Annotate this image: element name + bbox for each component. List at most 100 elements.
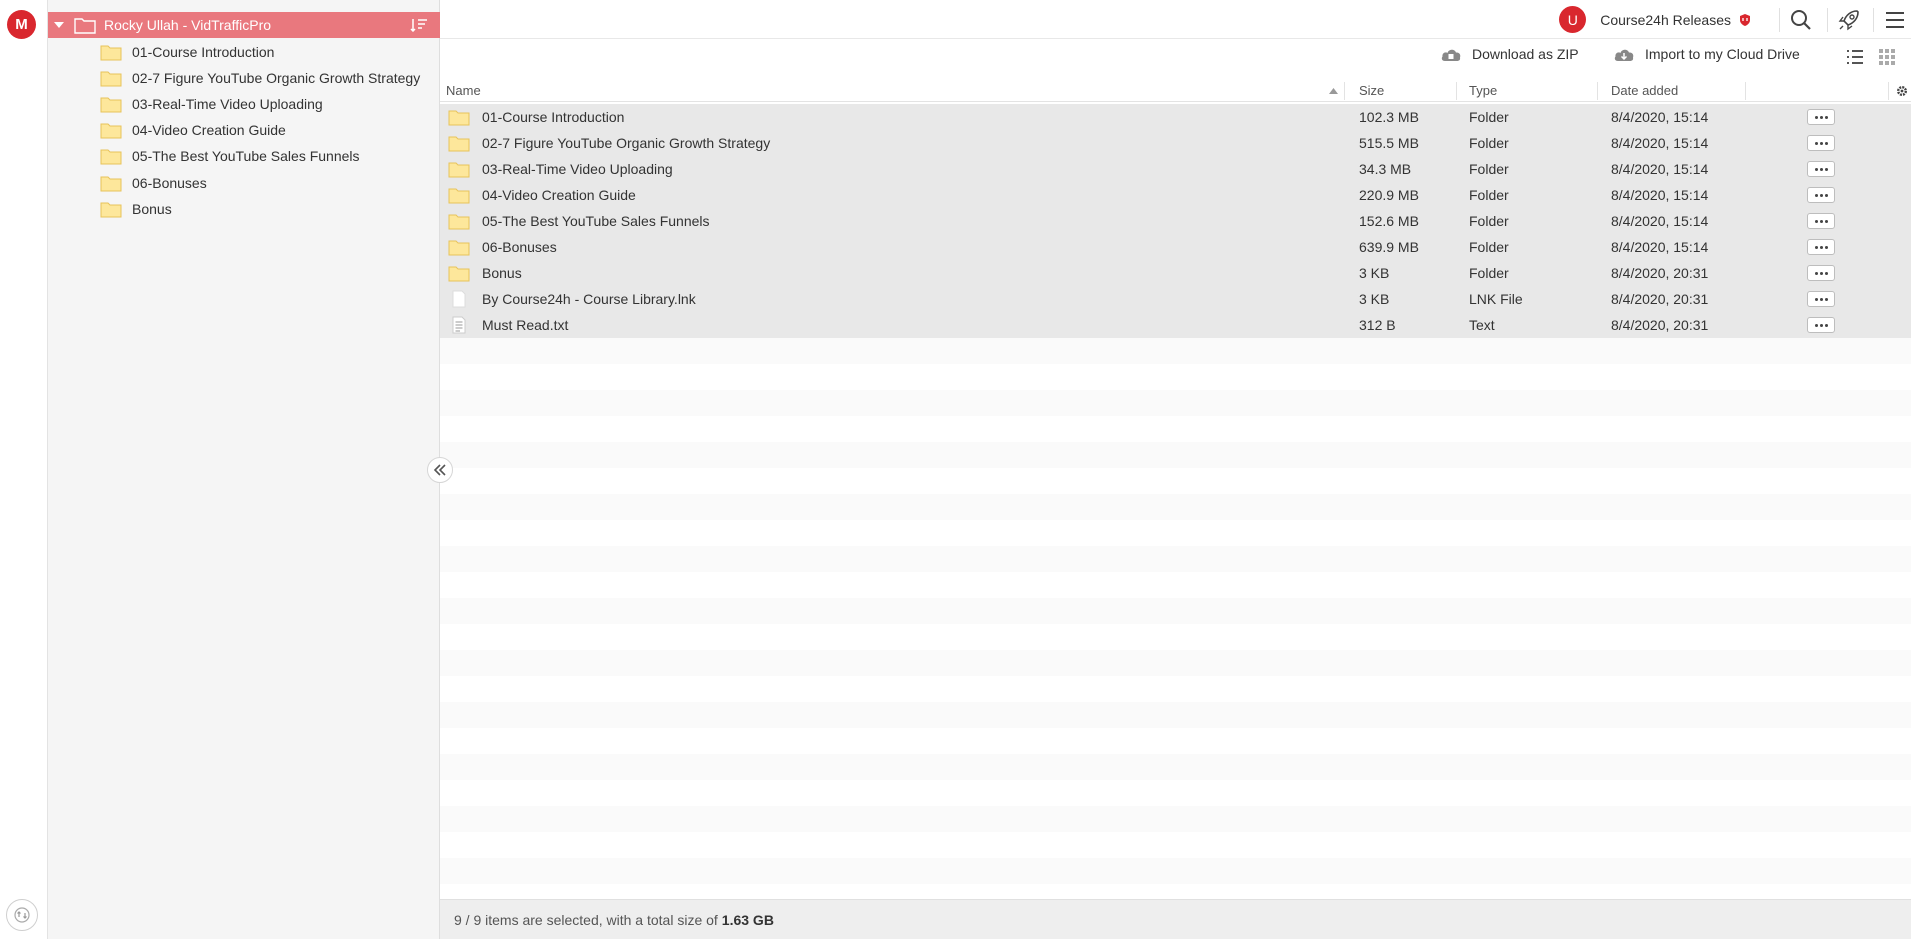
rocket-icon[interactable] xyxy=(1837,8,1861,32)
top-bar: U Course24h Releases xyxy=(440,0,1911,39)
file-date: 8/4/2020, 20:31 xyxy=(1611,317,1709,333)
file-size: 3 KB xyxy=(1359,265,1390,281)
file-name: 06-Bonuses xyxy=(482,239,557,255)
import-to-cloud-drive-label: Import to my Cloud Drive xyxy=(1645,46,1800,62)
column-divider[interactable] xyxy=(1344,82,1345,100)
column-header-date[interactable]: Date added xyxy=(1611,83,1678,98)
column-divider[interactable] xyxy=(1888,82,1889,100)
file-type: Folder xyxy=(1469,135,1509,151)
file-date: 8/4/2020, 15:14 xyxy=(1611,161,1709,177)
column-divider[interactable] xyxy=(1456,82,1457,100)
more-options-button[interactable] xyxy=(1807,161,1835,177)
file-name: 03-Real-Time Video Uploading xyxy=(482,161,673,177)
expand-caret-icon[interactable] xyxy=(54,22,64,28)
tree-root-label: Rocky Ullah - VidTrafficPro xyxy=(104,17,272,33)
more-options-button[interactable] xyxy=(1807,187,1835,203)
more-options-button[interactable] xyxy=(1807,239,1835,255)
file-date: 8/4/2020, 15:14 xyxy=(1611,213,1709,229)
folder-icon xyxy=(100,123,122,139)
file-name: 05-The Best YouTube Sales Funnels xyxy=(482,213,710,229)
table-row[interactable]: 05-The Best YouTube Sales Funnels 152.6 … xyxy=(440,208,1911,234)
tree-item-label: 02-7 Figure YouTube Organic Growth Strat… xyxy=(132,70,421,86)
table-row[interactable]: 04-Video Creation Guide 220.9 MB Folder … xyxy=(440,182,1911,208)
file-name: 02-7 Figure YouTube Organic Growth Strat… xyxy=(482,135,771,151)
file-type: Folder xyxy=(1469,109,1509,125)
table-row[interactable]: Must Read.txt 312 B Text 8/4/2020, 20:31 xyxy=(440,312,1911,338)
tree-item[interactable]: 04-Video Creation Guide xyxy=(100,117,286,143)
more-options-button[interactable] xyxy=(1807,291,1835,307)
folder-icon xyxy=(100,71,122,87)
tree-item-label: 05-The Best YouTube Sales Funnels xyxy=(132,148,360,164)
tree-item[interactable]: 06-Bonuses xyxy=(100,170,207,196)
blank-file-icon xyxy=(452,290,466,308)
more-options-button[interactable] xyxy=(1807,213,1835,229)
collapse-sidebar-button[interactable] xyxy=(427,457,453,483)
table-row[interactable]: Bonus 3 KB Folder 8/4/2020, 20:31 xyxy=(440,260,1911,286)
selection-status-bar: 9 / 9 items are selected, with a total s… xyxy=(440,899,1911,939)
column-header-size[interactable]: Size xyxy=(1359,83,1384,98)
import-to-cloud-drive-button[interactable]: Import to my Cloud Drive xyxy=(1613,46,1800,62)
file-type: Folder xyxy=(1469,213,1509,229)
table-row[interactable]: 03-Real-Time Video Uploading 34.3 MB Fol… xyxy=(440,156,1911,182)
more-options-button[interactable] xyxy=(1807,265,1835,281)
file-list: 01-Course Introduction 102.3 MB Folder 8… xyxy=(440,104,1911,338)
folder-icon xyxy=(448,136,470,152)
account-menu[interactable]: U Course24h Releases xyxy=(1559,6,1751,33)
file-date: 8/4/2020, 20:31 xyxy=(1611,265,1709,281)
file-size: 220.9 MB xyxy=(1359,187,1419,203)
more-options-button[interactable] xyxy=(1807,135,1835,151)
grid-view-icon[interactable] xyxy=(1878,48,1896,66)
file-type: Folder xyxy=(1469,187,1509,203)
transfers-icon[interactable] xyxy=(6,899,38,931)
account-name: Course24h Releases xyxy=(1600,11,1731,28)
search-icon[interactable] xyxy=(1789,8,1813,32)
hamburger-menu-icon[interactable] xyxy=(1883,8,1907,32)
table-row[interactable]: By Course24h - Course Library.lnk 3 KB L… xyxy=(440,286,1911,312)
tree-root-folder[interactable]: Rocky Ullah - VidTrafficPro xyxy=(48,12,440,38)
folder-icon xyxy=(448,162,470,178)
empty-list-area xyxy=(440,338,1911,898)
more-options-button[interactable] xyxy=(1807,317,1835,333)
table-row[interactable]: 01-Course Introduction 102.3 MB Folder 8… xyxy=(440,104,1911,130)
tree-item[interactable]: 02-7 Figure YouTube Organic Growth Strat… xyxy=(100,65,420,91)
double-chevron-left-icon xyxy=(433,464,446,476)
file-size: 102.3 MB xyxy=(1359,109,1419,125)
gear-icon[interactable] xyxy=(1895,84,1909,98)
table-row[interactable]: 06-Bonuses 639.9 MB Folder 8/4/2020, 15:… xyxy=(440,234,1911,260)
file-size: 639.9 MB xyxy=(1359,239,1419,255)
file-type: Folder xyxy=(1469,239,1509,255)
sort-ascending-icon[interactable] xyxy=(1329,88,1338,94)
download-zip-label: Download as ZIP xyxy=(1472,46,1579,62)
file-type: LNK File xyxy=(1469,291,1523,307)
tree-item[interactable]: 05-The Best YouTube Sales Funnels xyxy=(100,143,360,169)
file-date: 8/4/2020, 15:14 xyxy=(1611,239,1709,255)
selection-text: 9 / 9 items are selected, with a total s… xyxy=(454,911,718,928)
download-zip-button[interactable]: Download as ZIP xyxy=(1440,46,1579,62)
more-options-button[interactable] xyxy=(1807,109,1835,125)
selection-total-size: 1.63 GB xyxy=(721,911,774,928)
tree-item[interactable]: 01-Course Introduction xyxy=(100,39,274,65)
file-size: 152.6 MB xyxy=(1359,213,1419,229)
folder-tree-sidebar: Rocky Ullah - VidTrafficPro 01-Course In… xyxy=(48,0,440,939)
tree-item[interactable]: Bonus xyxy=(100,196,172,222)
divider xyxy=(1873,8,1874,32)
folder-icon xyxy=(74,18,96,34)
folder-icon xyxy=(100,97,122,113)
file-size: 34.3 MB xyxy=(1359,161,1412,177)
sort-icon[interactable] xyxy=(410,18,428,32)
folder-icon xyxy=(448,240,470,256)
column-divider[interactable] xyxy=(1597,82,1598,100)
download-zip-icon xyxy=(1441,49,1461,61)
list-view-icon[interactable] xyxy=(1846,48,1864,66)
column-header-type[interactable]: Type xyxy=(1469,83,1497,98)
file-browser-main: U Course24h Releases Download as ZIP Imp… xyxy=(440,0,1911,939)
mega-logo-icon[interactable]: M xyxy=(7,10,36,39)
folder-icon xyxy=(100,45,122,61)
folder-icon xyxy=(100,176,122,192)
column-divider[interactable] xyxy=(1745,82,1746,100)
table-row[interactable]: 02-7 Figure YouTube Organic Growth Strat… xyxy=(440,130,1911,156)
column-header-name[interactable]: Name xyxy=(446,83,481,98)
folder-icon xyxy=(100,149,122,165)
tree-item-label: 03-Real-Time Video Uploading xyxy=(132,96,323,112)
tree-item[interactable]: 03-Real-Time Video Uploading xyxy=(100,91,323,117)
